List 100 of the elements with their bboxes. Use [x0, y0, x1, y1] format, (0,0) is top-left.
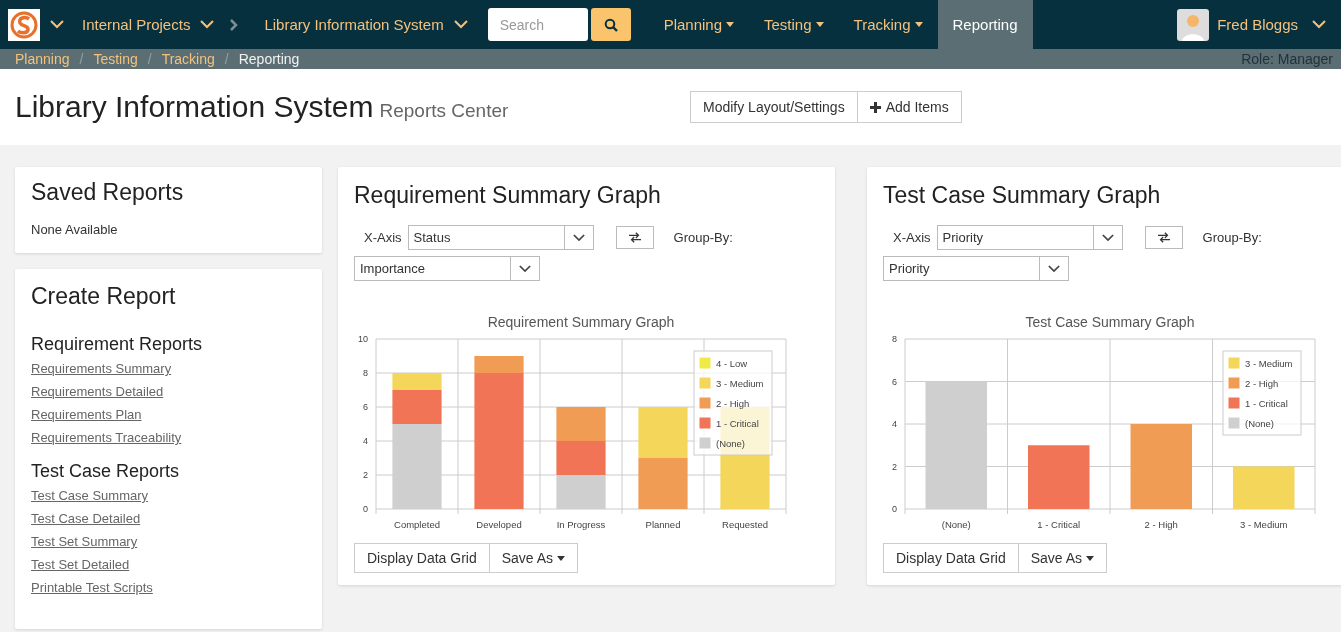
- chart-title: Test Case Summary Graph: [1025, 314, 1195, 330]
- caret-icon: [914, 22, 923, 27]
- field-label: Group-By:: [673, 230, 733, 245]
- search-field[interactable]: Search: [487, 8, 588, 41]
- chevron-down-icon: [1048, 264, 1060, 273]
- axis-category-label: Completed: [394, 519, 440, 530]
- dropdown[interactable]: Priority: [883, 256, 1069, 281]
- legend-label: 3 - Medium: [1245, 358, 1293, 369]
- breadcrumb-current: Reporting: [238, 51, 300, 67]
- chart-bar: [1233, 466, 1295, 509]
- axis-tick-label: 8: [363, 368, 368, 378]
- axis-tick-label: 2: [892, 461, 897, 472]
- axis-category-label: Developed: [476, 519, 522, 530]
- chart-button[interactable]: Display Data Grid: [354, 543, 490, 573]
- card-title: Create Report: [31, 283, 177, 310]
- legend-swatch: [1227, 416, 1241, 430]
- caret-icon: [557, 555, 566, 561]
- chevron-right-icon: [230, 18, 239, 31]
- axis-tick-label: 4: [892, 419, 897, 429]
- page-subtitle: Reports Center: [379, 100, 509, 121]
- axis-category-label: Requested: [722, 519, 768, 530]
- page-title: Library Information System: [15, 90, 374, 123]
- axis-tick-label: 0: [892, 504, 897, 514]
- legend-swatch: [698, 376, 712, 390]
- chart-button[interactable]: Save As: [488, 543, 579, 573]
- chevron-down-icon: [572, 233, 585, 242]
- axis-category-label: 3 - Medium: [1240, 519, 1288, 530]
- nav-menu-item[interactable]: Testing: [749, 0, 839, 49]
- chevron-down-icon: [200, 20, 215, 29]
- caret-icon: [815, 22, 824, 27]
- breadcrumb-separator: /: [224, 51, 229, 67]
- chart-bar: [556, 407, 606, 441]
- chart-bar: [638, 458, 688, 509]
- nav-menu-item[interactable]: Reporting: [937, 0, 1033, 49]
- swap-icon: [1157, 232, 1170, 243]
- chevron-down-icon: [453, 20, 468, 29]
- empty-text: None Available: [31, 222, 119, 237]
- legend-swatch: [698, 436, 712, 450]
- report-link[interactable]: Requirements Plan: [31, 407, 142, 422]
- report-link[interactable]: Requirements Detailed: [31, 384, 164, 399]
- project-link[interactable]: Library Information System: [264, 16, 444, 33]
- axis-tick-label: 8: [892, 334, 897, 344]
- report-link[interactable]: Requirements Summary: [31, 361, 172, 376]
- axis-tick-label: 6: [892, 376, 897, 387]
- legend-label: (None): [1245, 418, 1275, 429]
- card-title: Test Case Summary Graph: [883, 182, 1162, 209]
- axis-tick-label: 0: [363, 504, 368, 514]
- axis-tick-label: 6: [363, 402, 368, 412]
- chevron-down-icon: [1312, 20, 1326, 29]
- dropdown[interactable]: Status: [407, 225, 594, 250]
- axis-category-label: 2 - High: [1144, 519, 1178, 530]
- plus-icon: [869, 101, 881, 113]
- field-label: X-Axis: [364, 230, 402, 245]
- legend-swatch: [1227, 356, 1241, 370]
- axis-category-label: 1 - Critical: [1037, 519, 1081, 530]
- nav-menu-item[interactable]: Planning: [648, 0, 749, 49]
- nav-menu-item[interactable]: Tracking: [838, 0, 938, 49]
- breadcrumb-separator: /: [147, 51, 152, 67]
- chart-button[interactable]: Save As: [1017, 543, 1108, 573]
- avatar-icon[interactable]: [1177, 8, 1210, 41]
- dropdown[interactable]: Importance: [354, 256, 540, 281]
- search-button[interactable]: [590, 8, 631, 41]
- header-button[interactable]: Add Items: [856, 91, 962, 123]
- report-link[interactable]: Printable Test Scripts: [31, 580, 153, 595]
- legend-swatch: [1227, 376, 1241, 390]
- report-link[interactable]: Test Case Summary: [31, 488, 149, 503]
- field-label: Group-By:: [1202, 230, 1262, 245]
- legend-label: 2 - High: [716, 398, 750, 409]
- chart-bar: [638, 407, 688, 458]
- report-link[interactable]: Requirements Traceability: [31, 430, 182, 445]
- group-heading: Requirement Reports: [31, 334, 204, 355]
- axis-category-label: (None): [941, 519, 971, 530]
- report-link[interactable]: Test Case Detailed: [31, 511, 141, 526]
- report-link[interactable]: Test Set Detailed: [31, 557, 130, 572]
- legend-label: 2 - High: [1245, 378, 1279, 389]
- card-title: Requirement Summary Graph: [354, 182, 662, 209]
- search-icon: [603, 17, 618, 32]
- axis-tick-label: 4: [363, 436, 368, 446]
- dropdown[interactable]: Priority: [936, 225, 1123, 250]
- chart-button[interactable]: Display Data Grid: [883, 543, 1019, 573]
- legend-label: 1 - Critical: [716, 418, 759, 429]
- axis-category-label: Planned: [645, 519, 681, 530]
- chevron-down-icon: [519, 264, 531, 273]
- chevron-down-icon: [1101, 233, 1114, 242]
- card-title: Saved Reports: [31, 179, 185, 206]
- legend-swatch: [1227, 396, 1241, 410]
- logo-icon[interactable]: [8, 8, 40, 41]
- swap-button[interactable]: [615, 226, 654, 249]
- group-heading: Test Case Reports: [31, 461, 181, 482]
- project-group-link[interactable]: Internal Projects: [82, 16, 191, 33]
- user-name[interactable]: Fred Bloggs: [1217, 16, 1298, 33]
- chevron-down-icon[interactable]: [50, 20, 64, 29]
- chart-bar: [1028, 445, 1090, 509]
- chart-title: Requirement Summary Graph: [487, 314, 675, 330]
- swap-button[interactable]: [1144, 226, 1183, 249]
- header-button[interactable]: Modify Layout/Settings: [690, 91, 858, 123]
- legend-swatch: [698, 416, 712, 430]
- report-link[interactable]: Test Set Summary: [31, 534, 138, 549]
- axis-tick-label: 10: [358, 334, 368, 344]
- legend-label: 1 - Critical: [1245, 398, 1288, 409]
